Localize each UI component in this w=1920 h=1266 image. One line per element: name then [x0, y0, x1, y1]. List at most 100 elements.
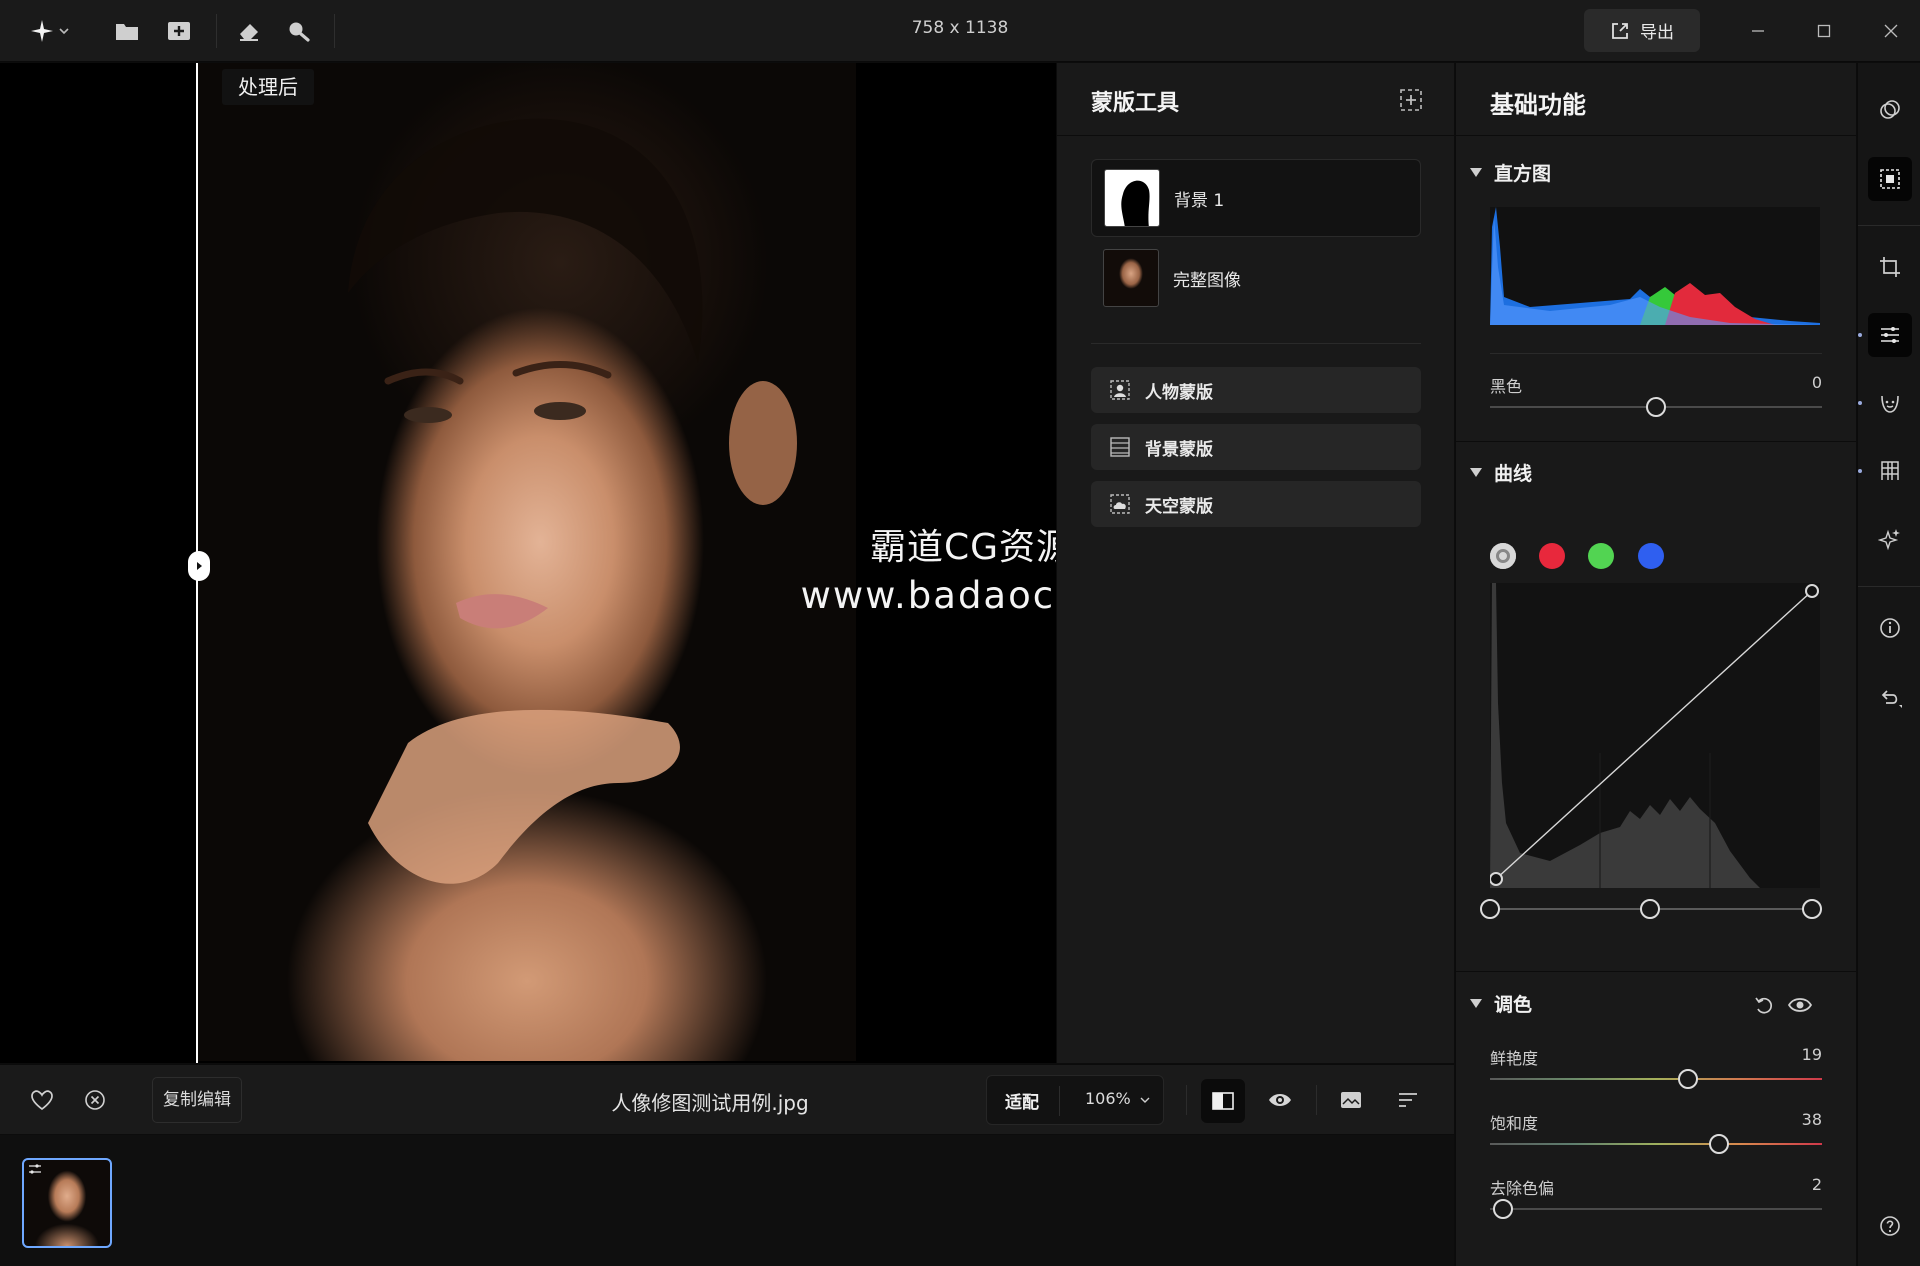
- rail-creative-button[interactable]: [1868, 517, 1912, 561]
- curves-label: 曲线: [1494, 463, 1533, 485]
- rail-help-button[interactable]: [1868, 1204, 1912, 1248]
- remove-cast-slider-track[interactable]: [1490, 1208, 1822, 1210]
- panel-divider: [1456, 135, 1856, 136]
- vibrance-slider-track[interactable]: [1490, 1078, 1822, 1080]
- eraser-tool-button[interactable]: [230, 12, 268, 50]
- rail-layers-button[interactable]: [1868, 88, 1912, 132]
- curve-range-white-knob[interactable]: [1802, 899, 1822, 919]
- toggle-toning-visibility-button[interactable]: [1786, 993, 1814, 1017]
- curve-channel-rgb[interactable]: [1490, 543, 1516, 569]
- chevron-down-icon: [1140, 1097, 1150, 1103]
- face-retouch-icon: [1881, 395, 1899, 413]
- mask-silhouette-thumbnail: [1104, 169, 1160, 227]
- curve-channel-green[interactable]: [1588, 543, 1614, 569]
- rail-architecture-button[interactable]: [1868, 449, 1912, 493]
- mask-panel-title: 蒙版工具: [1091, 91, 1180, 116]
- open-folder-button[interactable]: [108, 12, 146, 50]
- close-icon: [1884, 24, 1898, 38]
- export-button[interactable]: 导出: [1584, 9, 1700, 52]
- portrait-sketch: [348, 118, 797, 884]
- background-mask-icon: [1110, 437, 1130, 457]
- tone-curve-editor[interactable]: [1489, 583, 1820, 888]
- maximize-button[interactable]: [1804, 11, 1844, 51]
- mask-layer-background-1[interactable]: 背景 1: [1091, 159, 1421, 237]
- zoom-level-value: 106%: [1085, 1089, 1131, 1108]
- minimize-button[interactable]: [1738, 11, 1778, 51]
- mask-layer-full-image[interactable]: 完整图像: [1091, 239, 1421, 317]
- panel-divider: [1456, 971, 1856, 972]
- help-icon: [1880, 1216, 1900, 1236]
- filmstrip-thumbnail[interactable]: [22, 1158, 112, 1248]
- rail-history-button[interactable]: [1868, 675, 1912, 719]
- curves-section-header[interactable]: 曲线: [1470, 459, 1532, 486]
- image-canvas[interactable]: 处理后: [0, 63, 1056, 1063]
- image-frame-icon: [1341, 1092, 1361, 1108]
- rail-indicator-dot: [1858, 333, 1862, 337]
- app-window: 758 x 1138 导出 处理后 霸道CG资源网 www.badaocg.co…: [0, 0, 1920, 1266]
- curve-channel-blue[interactable]: [1638, 543, 1664, 569]
- remove-cast-value: 2: [1811, 1175, 1822, 1194]
- vibrance-slider-knob[interactable]: [1677, 1069, 1698, 1089]
- add-image-icon: [168, 22, 190, 40]
- mask-select-icon: [1880, 169, 1900, 189]
- curve-channel-red[interactable]: [1539, 543, 1565, 569]
- histogram-section-header[interactable]: 直方图: [1470, 159, 1551, 186]
- rail-portrait-button[interactable]: [1868, 381, 1912, 425]
- saturation-slider-track[interactable]: [1490, 1143, 1822, 1145]
- panel-divider: [1490, 353, 1822, 354]
- histogram-graphic: [1490, 207, 1820, 325]
- curve-range-black-knob[interactable]: [1480, 899, 1500, 919]
- vibrance-value: 19: [1801, 1045, 1822, 1064]
- saturation-slider-knob[interactable]: [1709, 1134, 1730, 1154]
- rail-adjust-button[interactable]: [1868, 313, 1912, 357]
- close-window-button[interactable]: [1871, 11, 1911, 51]
- histogram-chart: [1490, 207, 1820, 325]
- rail-crop-button[interactable]: [1868, 245, 1912, 289]
- toning-section-header[interactable]: 调色: [1470, 990, 1532, 1017]
- minimize-icon: [1752, 30, 1764, 32]
- saturation-value: 38: [1801, 1110, 1822, 1129]
- edited-badge-icon: [29, 1164, 41, 1174]
- split-compare-button[interactable]: [1201, 1079, 1245, 1123]
- app-menu-button[interactable]: [24, 12, 76, 50]
- sort-lines-icon: [1399, 1093, 1417, 1107]
- rail-info-button[interactable]: [1868, 606, 1912, 650]
- sort-options-button[interactable]: [1387, 1079, 1429, 1121]
- toolbar-separator: [1316, 1085, 1317, 1115]
- panel-divider: [1057, 135, 1455, 136]
- black-slider-knob[interactable]: [1646, 397, 1666, 417]
- background-mask-button[interactable]: 背景蒙版: [1091, 424, 1421, 470]
- basic-adjustments-panel: 基础功能 直方图 黑色 0 曲线 调色 鲜艳度 19 饱和度 38 去除色偏 2: [1455, 63, 1856, 1266]
- export-icon: [1612, 22, 1628, 39]
- sliders-icon: [1881, 327, 1899, 343]
- split-view-icon: [1212, 1092, 1234, 1110]
- add-mask-button[interactable]: [1398, 87, 1424, 113]
- zoom-divider: [1059, 1086, 1060, 1116]
- collapse-triangle-icon: [1470, 999, 1482, 1008]
- sky-mask-icon: [1110, 494, 1130, 514]
- sky-mask-button[interactable]: 天空蒙版: [1091, 481, 1421, 527]
- portrait-photo: [198, 63, 856, 1061]
- compare-split-handle[interactable]: [188, 551, 210, 581]
- preview-original-button[interactable]: [1259, 1079, 1301, 1121]
- maximize-icon: [1817, 24, 1831, 38]
- zoom-level-dropdown[interactable]: 106%: [1085, 1089, 1150, 1108]
- add-image-button[interactable]: [160, 12, 198, 50]
- rail-indicator-dot: [1858, 469, 1862, 473]
- rail-indicator-dot: [1858, 401, 1862, 405]
- curve-range-mid-knob[interactable]: [1640, 899, 1660, 919]
- person-mask-button[interactable]: 人物蒙版: [1091, 367, 1421, 413]
- histogram-label: 直方图: [1494, 163, 1552, 185]
- toolbar-separator: [216, 14, 217, 48]
- collapse-triangle-icon: [1470, 468, 1482, 477]
- zoom-tool-button[interactable]: [280, 12, 318, 50]
- undo-history-icon: [1881, 690, 1902, 708]
- fit-to-screen-button[interactable]: 适配: [1005, 1088, 1039, 1113]
- rail-mask-button[interactable]: [1868, 157, 1912, 201]
- reset-toning-button[interactable]: [1752, 993, 1776, 1017]
- image-view-button[interactable]: [1330, 1079, 1372, 1121]
- silhouette-icon: [1121, 180, 1150, 226]
- adjust-panel-title: 基础功能: [1490, 91, 1586, 119]
- saturation-label: 饱和度: [1490, 1114, 1539, 1133]
- remove-cast-slider-knob[interactable]: [1493, 1199, 1514, 1219]
